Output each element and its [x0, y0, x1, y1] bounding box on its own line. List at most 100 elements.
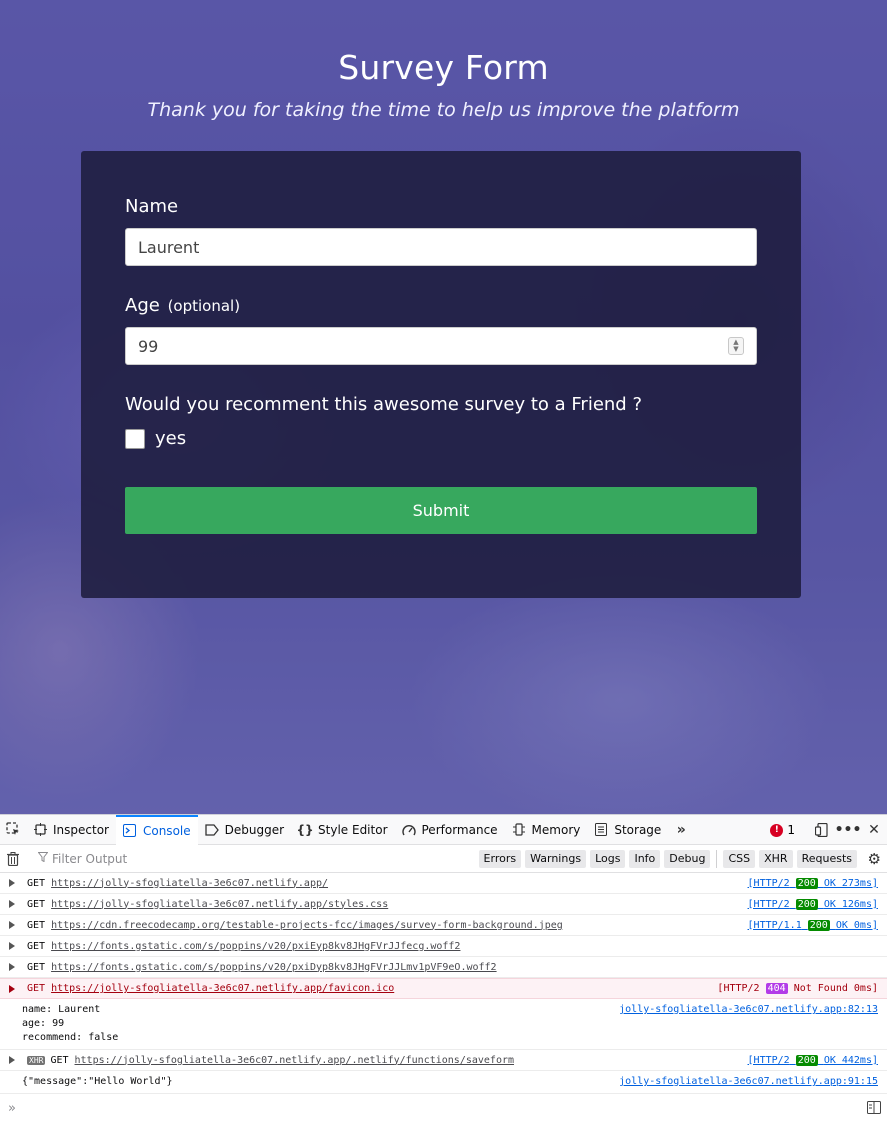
- log-method: GET: [27, 983, 46, 994]
- memory-icon: [512, 823, 526, 837]
- message-source-link[interactable]: jolly-sfogliatella-3e6c07.netlify.app:82…: [619, 1003, 878, 1017]
- expand-icon[interactable]: [9, 984, 15, 993]
- log-proto: [HTTP/2: [717, 983, 760, 994]
- filter-icon: [37, 852, 49, 865]
- tab-inspector[interactable]: Inspector: [26, 815, 116, 845]
- devtools-panel: Inspector Console Debugger {} Style Edit…: [0, 814, 887, 1133]
- element-picker-icon[interactable]: [0, 815, 26, 845]
- tab-debugger[interactable]: Debugger: [198, 815, 291, 845]
- log-proto: [HTTP/1.1: [747, 919, 802, 931]
- console-filter-bar: Filter Output Errors Warnings Logs Info …: [0, 845, 887, 873]
- log-status-rest: OK 273ms]: [823, 877, 878, 889]
- close-icon[interactable]: ✕: [861, 815, 887, 845]
- status-badge: 200: [795, 898, 818, 910]
- name-label: Name: [125, 196, 179, 217]
- log-url[interactable]: https://fonts.gstatic.com/s/poppins/v20/…: [51, 962, 497, 973]
- expand-icon[interactable]: [9, 879, 15, 887]
- devtools-right-controls: ! 1 ••• ✕: [770, 815, 887, 845]
- recommend-question: Would you recomment this awesome survey …: [125, 394, 642, 415]
- prompt-chevron-icon: »: [8, 1101, 16, 1116]
- editor-mode-icon[interactable]: [867, 1101, 881, 1118]
- message-source-link[interactable]: jolly-sfogliatella-3e6c07.netlify.app:91…: [619, 1075, 878, 1089]
- age-input[interactable]: 99 ▲ ▼: [125, 327, 757, 365]
- expand-icon[interactable]: [9, 963, 15, 971]
- more-options-icon[interactable]: •••: [835, 815, 862, 845]
- expand-icon[interactable]: [9, 900, 15, 908]
- debugger-icon: [204, 823, 219, 837]
- log-method: GET: [27, 961, 46, 973]
- recommend-checkbox-row: yes: [125, 428, 186, 449]
- storage-icon: [594, 823, 608, 837]
- filter-xhr-button[interactable]: XHR: [759, 850, 793, 868]
- tab-performance[interactable]: Performance: [395, 815, 505, 845]
- responsive-mode-icon[interactable]: [809, 815, 835, 845]
- recommend-checkbox-label[interactable]: yes: [155, 428, 186, 449]
- console-message: name: Laurent age: 99 recommend: false j…: [0, 999, 887, 1050]
- spinner-down-icon[interactable]: ▼: [733, 346, 738, 353]
- error-count-value: 1: [787, 823, 795, 837]
- survey-form: Name Laurent Age (optional) 99 ▲ ▼ Would…: [81, 151, 801, 598]
- log-status-rest: OK 126ms]: [823, 898, 878, 910]
- number-spinner[interactable]: ▲ ▼: [728, 337, 744, 355]
- console-settings-icon[interactable]: ⚙: [868, 850, 881, 868]
- page-title: Survey Form: [338, 48, 549, 87]
- log-status[interactable]: [HTTP/1.1 200 OK 0ms]: [747, 919, 878, 931]
- error-count[interactable]: ! 1: [770, 823, 795, 837]
- filter-placeholder: Filter Output: [52, 851, 128, 866]
- status-badge: 200: [795, 877, 818, 889]
- log-row[interactable]: GET https://fonts.gstatic.com/s/poppins/…: [0, 936, 887, 957]
- expand-icon[interactable]: [9, 921, 15, 929]
- filter-info-button[interactable]: Info: [629, 850, 661, 868]
- recommend-checkbox[interactable]: [125, 428, 145, 449]
- log-status[interactable]: [HTTP/2 404 Not Found 0ms]: [717, 983, 878, 994]
- log-row-error[interactable]: GET https://jolly-sfogliatella-3e6c07.ne…: [0, 978, 887, 999]
- log-url[interactable]: https://jolly-sfogliatella-3e6c07.netlif…: [51, 899, 388, 910]
- filter-requests-button[interactable]: Requests: [796, 850, 857, 868]
- log-status-rest: OK 442ms]: [823, 1054, 878, 1066]
- tab-label: Inspector: [53, 822, 109, 837]
- tab-label: Performance: [421, 822, 498, 837]
- log-method: GET: [50, 1054, 69, 1066]
- log-status[interactable]: [HTTP/2 200 OK 442ms]: [747, 1054, 878, 1066]
- name-input[interactable]: Laurent: [125, 228, 757, 266]
- log-row[interactable]: GET https://fonts.gstatic.com/s/poppins/…: [0, 957, 887, 978]
- filter-warnings-button[interactable]: Warnings: [525, 850, 587, 868]
- tab-console[interactable]: Console: [115, 814, 198, 845]
- log-row-xhr[interactable]: XHR GET https://jolly-sfogliatella-3e6c0…: [0, 1050, 887, 1071]
- log-row[interactable]: GET https://jolly-sfogliatella-3e6c07.ne…: [0, 873, 887, 894]
- clear-console-icon[interactable]: [0, 851, 26, 866]
- filter-debug-button[interactable]: Debug: [664, 850, 711, 868]
- tab-style-editor[interactable]: {} Style Editor: [291, 815, 394, 845]
- filter-css-button[interactable]: CSS: [723, 850, 756, 868]
- expand-icon[interactable]: [9, 942, 15, 950]
- tab-storage[interactable]: Storage: [587, 815, 668, 845]
- log-proto: [HTTP/2: [747, 1054, 790, 1066]
- expand-icon[interactable]: [9, 1056, 15, 1064]
- log-method: GET: [27, 919, 46, 931]
- status-badge: 200: [795, 1054, 818, 1066]
- log-status[interactable]: [HTTP/2 200 OK 126ms]: [748, 898, 878, 910]
- filter-logs-button[interactable]: Logs: [590, 850, 626, 868]
- log-url[interactable]: https://fonts.gstatic.com/s/poppins/v20/…: [51, 941, 460, 952]
- more-tabs-icon[interactable]: »: [668, 815, 694, 845]
- xhr-badge: XHR: [27, 1055, 46, 1065]
- tab-memory[interactable]: Memory: [505, 815, 588, 845]
- log-row[interactable]: GET https://cdn.freecodecamp.org/testabl…: [0, 915, 887, 936]
- error-icon: !: [770, 823, 784, 837]
- console-output: GET https://jolly-sfogliatella-3e6c07.ne…: [0, 873, 887, 1094]
- filter-output-input[interactable]: Filter Output: [37, 851, 128, 866]
- name-input-value: Laurent: [138, 237, 200, 257]
- log-row[interactable]: GET https://jolly-sfogliatella-3e6c07.ne…: [0, 894, 887, 915]
- page-viewport: Survey Form Thank you for taking the tim…: [0, 0, 887, 814]
- log-url[interactable]: https://jolly-sfogliatella-3e6c07.netlif…: [51, 878, 328, 889]
- page-header: Survey Form Thank you for taking the tim…: [0, 48, 887, 121]
- filter-errors-button[interactable]: Errors: [478, 850, 522, 868]
- console-input[interactable]: »: [0, 1091, 887, 1133]
- tab-label: Style Editor: [318, 822, 388, 837]
- log-url[interactable]: https://cdn.freecodecamp.org/testable-pr…: [51, 920, 563, 931]
- log-url[interactable]: https://jolly-sfogliatella-3e6c07.netlif…: [51, 983, 394, 994]
- log-status[interactable]: [HTTP/2 200 OK 273ms]: [748, 877, 878, 889]
- submit-button[interactable]: Submit: [125, 487, 757, 534]
- performance-icon: [401, 823, 416, 837]
- log-url[interactable]: https://jolly-sfogliatella-3e6c07.netlif…: [75, 1055, 515, 1066]
